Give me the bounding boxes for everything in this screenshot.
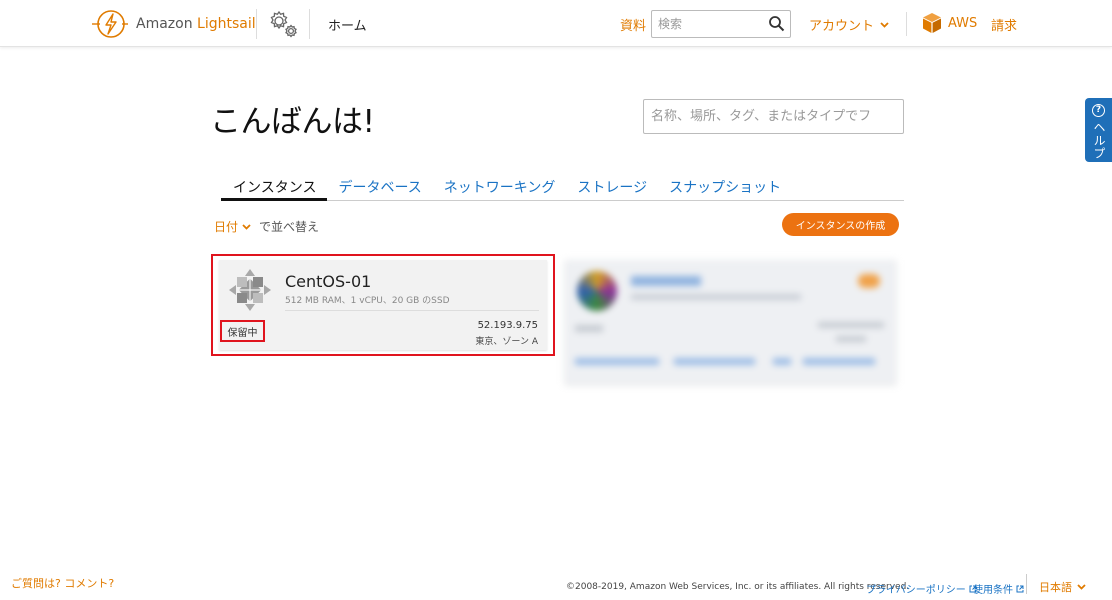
aws-console-link[interactable]: AWS xyxy=(922,12,977,34)
brand-text: Amazon Lightsail xyxy=(136,16,256,32)
terms-label: 使用条件 xyxy=(973,585,1013,596)
feedback-link[interactable]: ご質問は? コメント? xyxy=(11,575,114,591)
blurred-ip xyxy=(818,322,884,328)
privacy-policy-label: プライバシーポリシー xyxy=(866,585,966,596)
blurred-zone xyxy=(836,336,866,342)
instance-filter-input[interactable] xyxy=(643,99,904,134)
sort-key-dropdown[interactable]: 日付 xyxy=(214,218,251,235)
blurred-os-icon xyxy=(577,271,617,311)
terms-of-use-link[interactable]: 使用条件 xyxy=(973,581,1024,596)
header-divider xyxy=(906,12,907,36)
lightsail-logo[interactable]: Amazon Lightsail xyxy=(92,8,256,40)
annotation-highlight-box xyxy=(211,254,555,356)
account-label: アカウント xyxy=(809,19,875,34)
sort-control: 日付 で並べ替え xyxy=(214,218,319,235)
tab-storage[interactable]: ストレージ xyxy=(566,172,658,201)
blurred-spec xyxy=(631,294,801,300)
blurred-status-text xyxy=(575,325,603,332)
lightsail-logo-icon xyxy=(92,10,128,38)
external-link-icon xyxy=(1016,585,1024,592)
blurred-instance-card xyxy=(565,260,896,384)
help-tab[interactable]: ? ヘルプ xyxy=(1085,98,1112,162)
account-menu[interactable]: アカウント xyxy=(809,15,889,34)
chevron-down-icon xyxy=(880,21,889,28)
blurred-name xyxy=(631,276,701,286)
tab-networking[interactable]: ネットワーキング xyxy=(433,172,567,201)
top-navigation-bar: Amazon Lightsail ホーム 資料 アカウント xyxy=(0,0,1112,47)
tab-snapshots[interactable]: スナップショット xyxy=(658,172,792,201)
language-selector[interactable]: 日本語 xyxy=(1039,579,1086,595)
sort-key-label: 日付 xyxy=(214,220,239,234)
tab-instances[interactable]: インスタンス xyxy=(221,172,328,201)
tab-databases[interactable]: データベース xyxy=(327,172,432,201)
language-label: 日本語 xyxy=(1039,581,1072,594)
settings-button[interactable] xyxy=(256,9,310,39)
privacy-policy-link[interactable]: プライバシーポリシー xyxy=(866,581,977,596)
header-search xyxy=(651,10,791,38)
chevron-down-icon xyxy=(242,223,251,230)
home-link[interactable]: ホーム xyxy=(328,15,367,34)
aws-cube-icon xyxy=(923,13,941,33)
sort-suffix: で並べ替え xyxy=(259,220,320,234)
copyright-text: ©2008-2019, Amazon Web Services, Inc. or… xyxy=(566,582,910,592)
search-icon[interactable] xyxy=(768,15,785,32)
blurred-status xyxy=(858,274,880,288)
blurred-links xyxy=(575,358,875,365)
docs-link[interactable]: 資料 xyxy=(620,15,646,34)
create-instance-button[interactable]: インスタンスの作成 xyxy=(782,213,899,236)
chevron-down-icon xyxy=(1077,584,1086,590)
gears-icon xyxy=(270,10,297,38)
resource-tabs: インスタンス データベース ネットワーキング ストレージ スナップショット xyxy=(221,172,904,201)
brand-name: Lightsail xyxy=(197,16,256,32)
aws-label: AWS xyxy=(948,15,978,31)
page-greeting: こんばんは! xyxy=(210,104,375,140)
footer-divider xyxy=(1026,574,1027,594)
billing-link[interactable]: 請求 xyxy=(991,15,1017,34)
help-tab-label: ヘルプ xyxy=(1092,121,1106,160)
question-circle-icon: ? xyxy=(1092,104,1105,117)
brand-prefix: Amazon xyxy=(136,16,193,32)
header-search-input[interactable] xyxy=(652,11,762,37)
